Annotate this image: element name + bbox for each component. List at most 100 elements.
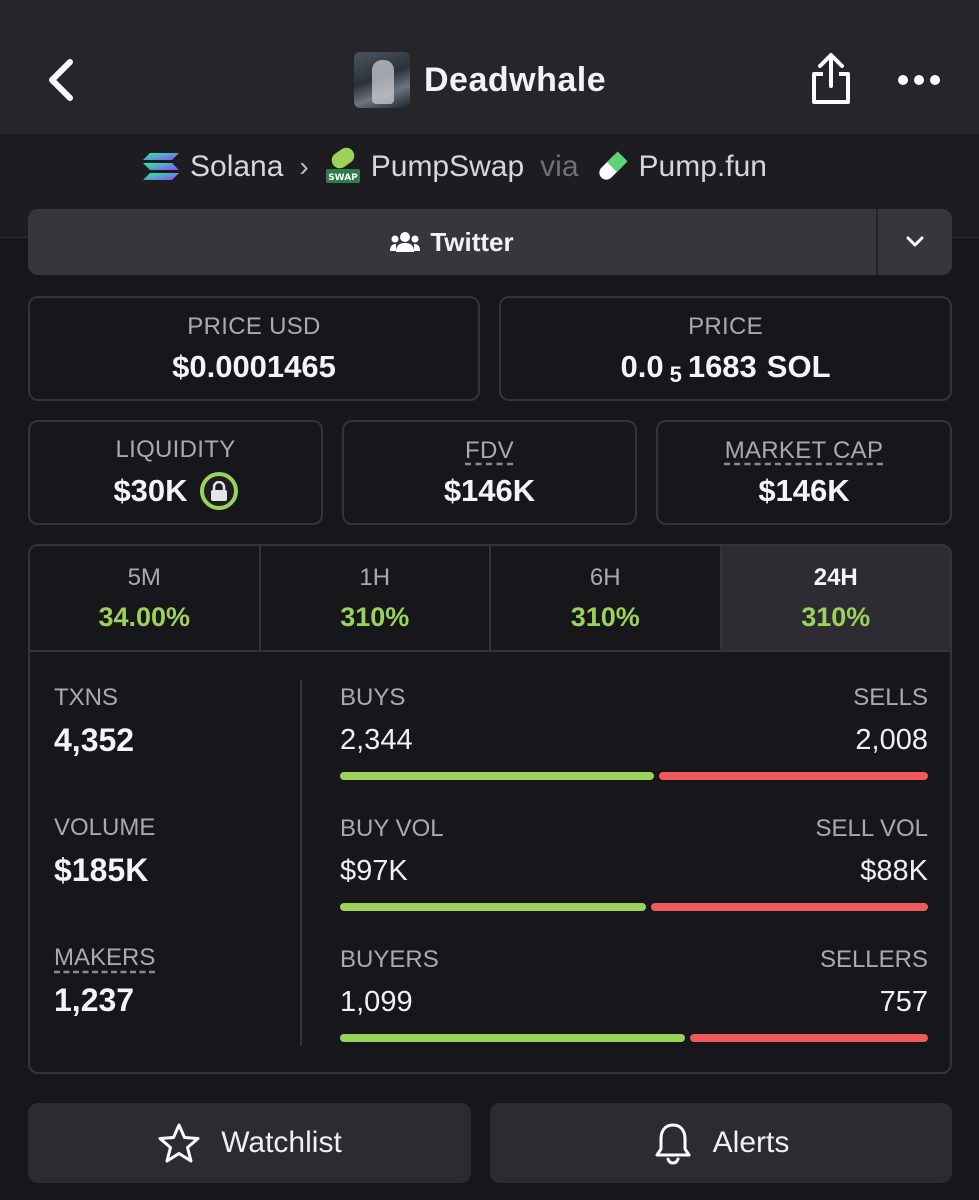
timeframe-tabs: 5M 34.00% 1H 310% 6H 310% 24H 310% xyxy=(30,546,950,652)
watchlist-label: Watchlist xyxy=(221,1126,342,1159)
twitter-label: Twitter xyxy=(430,226,514,257)
sell-vol-label: SELL VOL xyxy=(815,815,928,842)
sell-portion xyxy=(690,1034,928,1042)
sellers-label: SELLERS xyxy=(819,946,928,973)
pill-icon xyxy=(598,151,628,180)
txns-value: 4,352 xyxy=(54,722,135,758)
price-native-prefix: 0.0 xyxy=(620,348,664,384)
sells-value: 2,008 xyxy=(855,724,928,756)
price-native-unit: SOL xyxy=(766,348,831,384)
token-name: Deadwhale xyxy=(424,60,607,99)
tab-label: 24H xyxy=(813,563,858,591)
watchlist-button[interactable]: Watchlist xyxy=(28,1103,471,1183)
twitter-button[interactable]: Twitter xyxy=(28,209,876,275)
fdv-card: FDV $146K xyxy=(342,420,637,525)
market-cap-card: MARKET CAP $146K xyxy=(656,420,952,525)
splits-column: BUYS SELLS 2,344 2,008 BUY VOL SELL VOL … xyxy=(340,684,928,1072)
volume-metric: VOLUME $185K xyxy=(54,814,284,944)
solana-icon xyxy=(143,153,179,180)
breadcrumb-row: Solana › SWAP PumpSwap via Pump.fun xyxy=(142,142,767,192)
share-button[interactable] xyxy=(806,50,856,108)
split-labels: BUYERS SELLERS xyxy=(340,946,928,974)
social-bar: Twitter xyxy=(28,209,952,275)
token-title: Deadwhale xyxy=(354,52,606,108)
top-bar: Deadwhale xyxy=(0,0,979,134)
fdv-label[interactable]: FDV xyxy=(465,437,514,465)
buyers-sellers-split: BUYERS SELLERS 1,099 757 xyxy=(340,946,928,1072)
tab-label: 6H xyxy=(589,563,621,591)
price-usd-label: PRICE USD xyxy=(187,312,321,340)
chevron-right-icon: › xyxy=(299,151,309,182)
makers-metric: MAKERS 1,237 xyxy=(54,944,284,1072)
chevron-down-icon xyxy=(906,236,924,247)
split-values: 1,099 757 xyxy=(340,986,928,1019)
back-button[interactable] xyxy=(40,52,90,108)
txns-label: TXNS xyxy=(54,684,119,711)
totals-column: TXNS 4,352 VOLUME $185K MAKERS 1,237 xyxy=(54,684,284,1072)
alerts-button[interactable]: Alerts xyxy=(490,1103,952,1183)
dex-link[interactable]: PumpSwap xyxy=(371,150,524,184)
tab-label: 1H xyxy=(359,563,391,591)
price-usd-card: PRICE USD $0.0001465 xyxy=(28,296,480,401)
socials-dropdown-button[interactable] xyxy=(876,209,952,275)
sellers-value: 757 xyxy=(879,986,928,1018)
more-button[interactable] xyxy=(896,60,942,100)
price-native-card: PRICE 0.0 5 1683 SOL xyxy=(499,296,952,401)
makers-value: 1,237 xyxy=(54,982,135,1018)
price-native-value: 0.0 5 1683 SOL xyxy=(620,348,831,387)
alerts-label: Alerts xyxy=(712,1126,790,1159)
sells-label: SELLS xyxy=(853,684,928,711)
buys-value: 2,344 xyxy=(340,724,413,756)
more-horizontal-icon xyxy=(898,75,940,85)
buyers-value: 1,099 xyxy=(340,986,413,1018)
lock-icon xyxy=(210,480,227,501)
sell-portion xyxy=(651,903,928,911)
buy-portion xyxy=(340,772,654,780)
txns-metric: TXNS 4,352 xyxy=(54,684,284,814)
liquidity-value: $30K xyxy=(113,472,188,508)
buy-portion xyxy=(340,903,646,911)
swap-badge-text: SWAP xyxy=(328,173,358,183)
star-icon xyxy=(158,1123,200,1163)
liquidity-value-row: $30K xyxy=(113,471,238,510)
chevron-left-icon xyxy=(49,59,73,101)
buys-label: BUYS xyxy=(340,684,406,711)
tab-change: 34.00% xyxy=(98,601,191,632)
volume-split: BUY VOL SELL VOL $97K $88K xyxy=(340,815,928,946)
tab-change: 310% xyxy=(801,601,871,632)
users-icon xyxy=(390,232,421,252)
market-cap-label[interactable]: MARKET CAP xyxy=(725,437,884,465)
column-divider xyxy=(300,680,302,1046)
tab-6h[interactable]: 6H 310% xyxy=(491,546,722,650)
makers-label[interactable]: MAKERS xyxy=(54,944,284,972)
liquidity-card: LIQUIDITY $30K xyxy=(28,420,323,525)
tab-label: 5M xyxy=(127,563,161,591)
share-icon xyxy=(812,53,850,104)
liquidity-lock-badge[interactable] xyxy=(199,471,238,510)
tab-change: 310% xyxy=(570,601,640,632)
tab-24h[interactable]: 24H 310% xyxy=(721,546,950,650)
buy-vol-value: $97K xyxy=(340,855,408,887)
price-native-digits: 1683 xyxy=(687,348,757,384)
buys-sells-bar xyxy=(340,772,928,780)
volume-bar xyxy=(340,903,928,911)
tab-1h[interactable]: 1H 310% xyxy=(261,546,491,650)
split-labels: BUYS SELLS xyxy=(340,684,928,712)
bell-icon xyxy=(655,1123,691,1165)
stats-panel: 5M 34.00% 1H 310% 6H 310% 24H 310% TXNS … xyxy=(28,544,952,1074)
split-values: 2,344 2,008 xyxy=(340,724,928,757)
fdv-value: $146K xyxy=(443,472,536,508)
sell-portion xyxy=(659,772,928,780)
market-cap-value: $146K xyxy=(758,472,850,508)
buy-vol-label: BUY VOL xyxy=(340,815,444,842)
buyers-label: BUYERS xyxy=(340,946,439,973)
chain-link[interactable]: Solana xyxy=(190,150,283,184)
pumpswap-icon: SWAP xyxy=(325,147,360,183)
buy-portion xyxy=(340,1034,685,1042)
split-labels: BUY VOL SELL VOL xyxy=(340,815,928,843)
launchpad-link[interactable]: Pump.fun xyxy=(639,150,767,184)
sell-vol-value: $88K xyxy=(860,855,928,887)
split-values: $97K $88K xyxy=(340,855,928,888)
tab-5m[interactable]: 5M 34.00% xyxy=(30,546,261,650)
buys-sells-split: BUYS SELLS 2,344 2,008 xyxy=(340,684,928,815)
